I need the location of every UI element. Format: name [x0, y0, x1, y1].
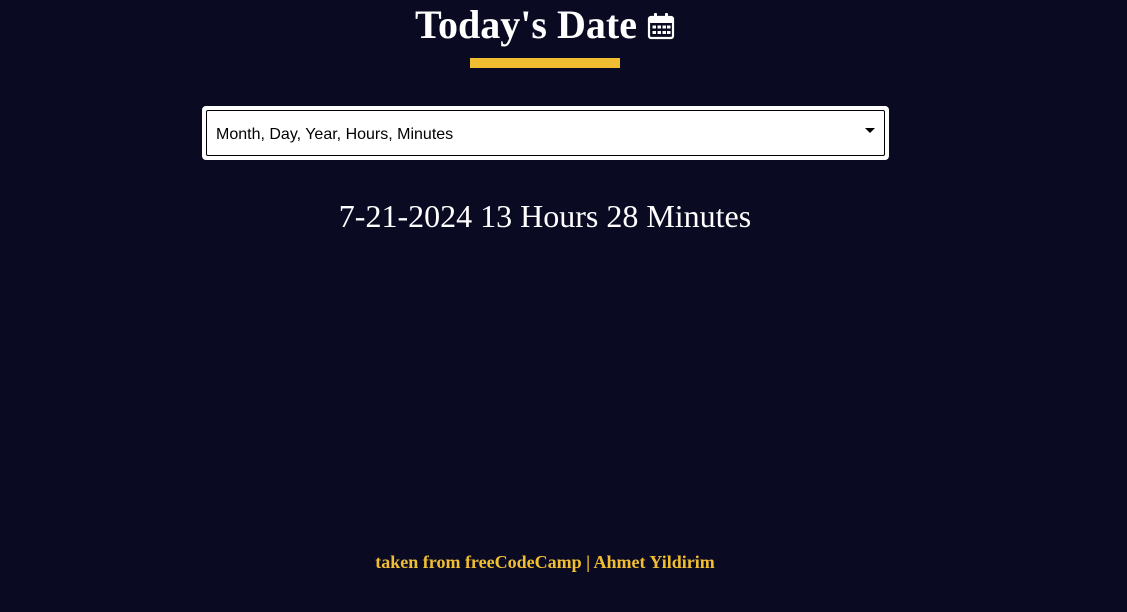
chevron-down-icon[interactable] [865, 128, 875, 133]
date-format-select-box[interactable]: Month, Day, Year, Hours, Minutes [206, 110, 885, 156]
header: Today's Date [0, 0, 1090, 50]
calendar-icon [647, 12, 675, 40]
page-title: Today's Date [415, 2, 637, 47]
footer-credit: taken from freeCodeCamp | Ahmet Yildirim [375, 552, 715, 572]
current-date-display: 7-21-2024 13 Hours 28 Minutes [338, 198, 752, 234]
date-format-selected-value: Month, Day, Year, Hours, Minutes [216, 126, 454, 143]
title-divider [470, 58, 620, 68]
date-format-select[interactable]: Month, Day, Year, Hours, Minutes [202, 106, 889, 160]
